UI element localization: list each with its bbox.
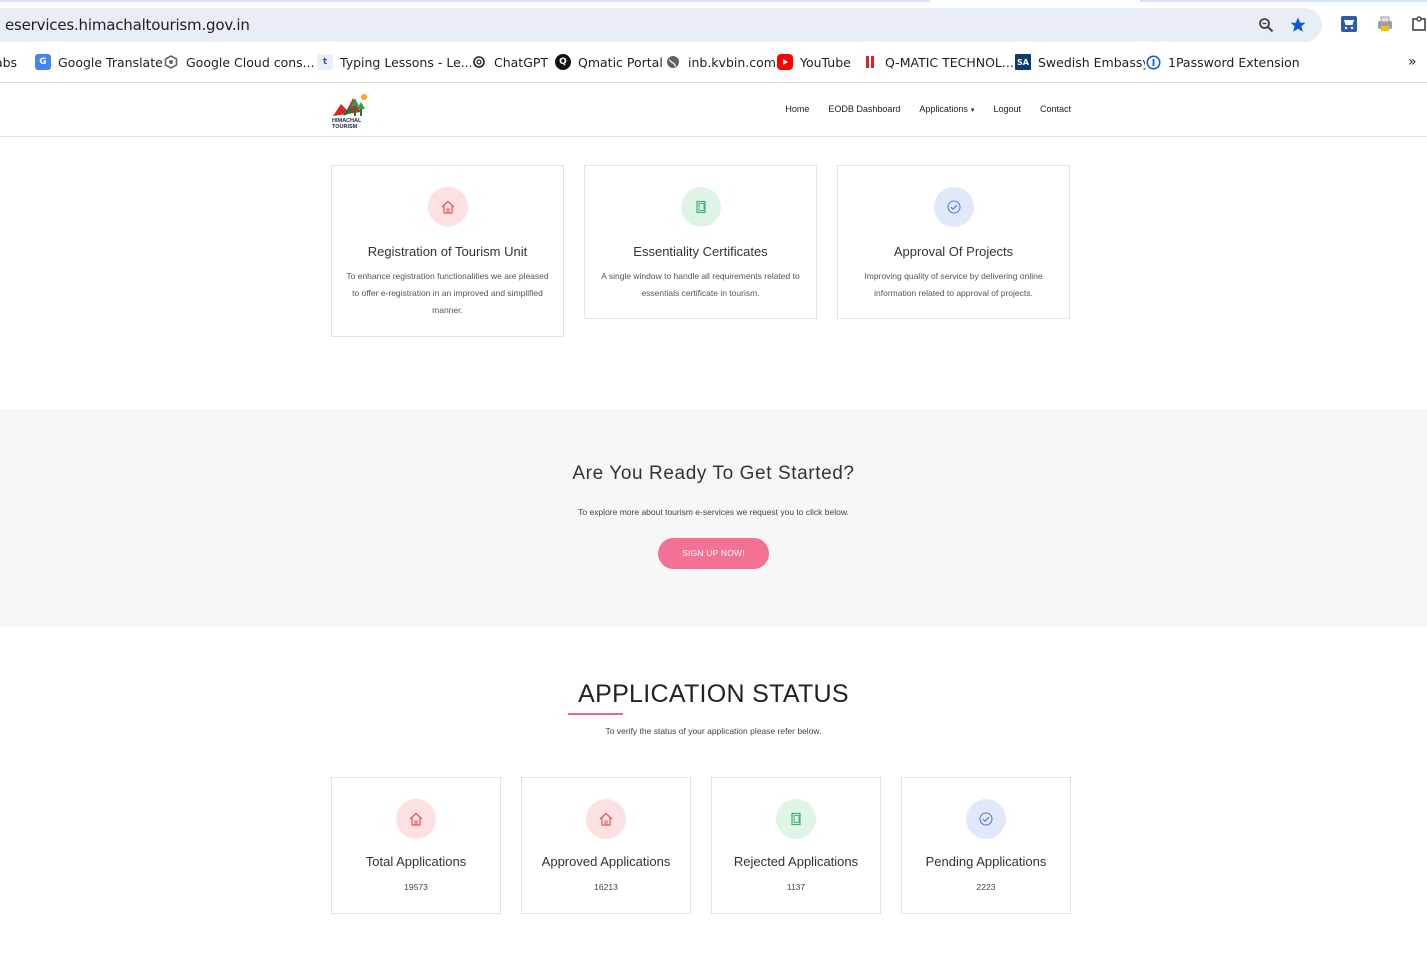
service-description: A single window to handle all requiremen…	[601, 271, 800, 298]
status-label: Approved Applications	[541, 854, 671, 869]
bookmarks-bar: Labs G Google Translate Google Cloud con…	[0, 48, 1427, 76]
status-label: Pending Applications	[925, 854, 1047, 869]
main-nav: Home EODB Dashboard Applications ▾ Logout…	[766, 104, 1071, 114]
status-count: 1137	[786, 882, 806, 892]
bookmark-youtube[interactable]: YouTube	[777, 53, 851, 71]
address-bar[interactable]: eservices.himachaltourism.gov.in	[0, 8, 1322, 42]
youtube-icon	[777, 54, 793, 70]
service-card-approval[interactable]: Approval Of Projects Improving quality o…	[837, 165, 1070, 319]
nav-eodb-dashboard[interactable]: EODB Dashboard	[828, 104, 900, 114]
printer-extension-icon[interactable]	[1376, 15, 1394, 33]
cart-extension-icon[interactable]	[1340, 15, 1358, 33]
bookmark-label: inb.kvbin.com	[688, 54, 776, 70]
address-bar-url[interactable]: eservices.himachaltourism.gov.in	[5, 16, 250, 34]
service-title: Essentiality Certificates	[633, 244, 768, 259]
status-label: Total Applications	[365, 854, 467, 869]
document-icon	[680, 187, 721, 227]
bookmark-label: Google Translate	[58, 54, 163, 70]
cta-title: Are You Ready To Get Started?	[572, 463, 855, 484]
bookmark-label: YouTube	[800, 54, 851, 70]
qmatic-tech-icon	[862, 54, 878, 70]
get-started-section: Are You Ready To Get Started? To explore…	[0, 409, 1427, 627]
more-bookmarks-chevron-icon[interactable]: »	[1408, 53, 1417, 71]
tab-strip-edge	[0, 0, 930, 2]
nav-applications-label: Applications	[919, 104, 968, 114]
bookmark-1password[interactable]: 1Password Extension	[1145, 53, 1300, 71]
typing-icon: t	[317, 54, 333, 70]
service-card-essentiality[interactable]: Essentiality Certificates A single windo…	[584, 165, 817, 319]
svg-text:TOURISM: TOURISM	[332, 124, 358, 130]
site-header: HIMACHAL TOURISM Home EODB Dashboard App…	[0, 83, 1427, 137]
globe-icon	[665, 54, 681, 70]
bookmark-swedish-embassy[interactable]: SA Swedish Embassy	[1015, 53, 1150, 71]
nav-applications-dropdown[interactable]: Applications ▾	[919, 104, 974, 114]
bookmark-star-icon[interactable]	[1289, 16, 1307, 34]
bookmark-google-translate[interactable]: G Google Translate	[35, 53, 163, 71]
status-title: APPLICATION STATUS	[578, 680, 849, 708]
sign-up-button[interactable]: SIGN UP NOW!	[658, 538, 769, 569]
bookmark-kvbin[interactable]: inb.kvbin.com	[665, 53, 776, 71]
bookmark-label: 1Password Extension	[1168, 54, 1300, 70]
zoom-icon[interactable]	[1257, 16, 1275, 34]
service-description: To enhance registration functionalities …	[346, 271, 549, 315]
service-description: Improving quality of service by deliveri…	[864, 271, 1043, 298]
onepassword-icon	[1145, 54, 1161, 70]
bookmark-chatgpt[interactable]: ChatGPT	[471, 53, 548, 71]
tab-strip-edge-right	[1140, 0, 1427, 2]
nav-contact[interactable]: Contact	[1040, 104, 1071, 114]
bookmark-typing-lessons[interactable]: t Typing Lessons - Le...	[317, 53, 473, 71]
status-title-underline	[568, 713, 623, 715]
status-card-rejected: Rejected Applications 1137	[711, 777, 881, 914]
status-count: 19573	[404, 882, 428, 892]
home-icon	[396, 799, 436, 839]
bookmark-qmatic-technol[interactable]: Q-MATIC TECHNOL...	[862, 53, 1014, 71]
bookmark-qmatic-portal[interactable]: Q Qmatic Portal	[555, 53, 663, 71]
bookmark-label: Swedish Embassy	[1038, 54, 1150, 70]
nav-logout[interactable]: Logout	[993, 104, 1021, 114]
home-icon	[586, 799, 626, 839]
qmatic-icon: Q	[555, 54, 571, 70]
service-title: Approval Of Projects	[893, 244, 1014, 259]
bookmark-label: Q-MATIC TECHNOL...	[885, 54, 1014, 70]
nav-home[interactable]: Home	[785, 104, 809, 114]
bookmark-labs[interactable]: Labs	[0, 53, 17, 71]
bookmark-label: Typing Lessons - Le...	[340, 54, 473, 70]
status-card-total: Total Applications 19573	[331, 777, 501, 914]
service-title: Registration of Tourism Unit	[367, 244, 528, 259]
bookmark-label: ChatGPT	[494, 54, 549, 70]
google-translate-icon: G	[35, 54, 51, 70]
bookmark-label: Google Cloud cons...	[186, 54, 315, 70]
caret-down-icon: ▾	[970, 107, 975, 114]
status-card-approved: Approved Applications 16213	[521, 777, 691, 914]
document-icon	[776, 799, 816, 839]
status-subtitle: To verify the status of your application…	[605, 726, 822, 736]
google-cloud-icon	[163, 54, 179, 70]
status-count: 2223	[976, 882, 996, 892]
browser-toolbar: eservices.himachaltourism.gov.in	[0, 0, 1427, 44]
himachal-tourism-logo[interactable]: HIMACHAL TOURISM	[331, 90, 373, 130]
bookmark-google-cloud[interactable]: Google Cloud cons...	[163, 53, 315, 71]
chatgpt-icon	[471, 54, 487, 70]
status-count: 16213	[594, 882, 618, 892]
puzzle-extension-icon[interactable]	[1410, 15, 1427, 33]
cta-text: To explore more about tourism e-services…	[578, 507, 849, 517]
bookmark-label: Labs	[0, 54, 18, 70]
status-label: Rejected Applications	[733, 854, 859, 869]
status-card-pending: Pending Applications 2223	[901, 777, 1071, 914]
home-icon	[427, 187, 468, 227]
check-circle-icon	[933, 187, 974, 227]
check-circle-icon	[966, 799, 1006, 839]
service-card-registration[interactable]: Registration of Tourism Unit To enhance …	[331, 165, 564, 337]
sa-icon: SA	[1015, 54, 1031, 70]
bookmark-label: Qmatic Portal	[578, 54, 663, 70]
